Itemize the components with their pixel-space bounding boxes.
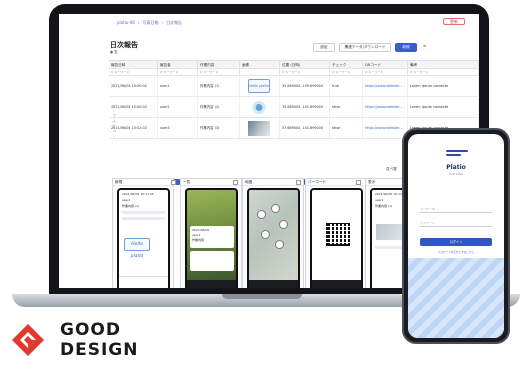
user-id-field[interactable]: ユーザーID xyxy=(420,206,492,213)
login-button[interactable]: ログイン xyxy=(420,238,492,246)
app-subtitle: Field Plate xyxy=(448,172,464,176)
card-title: 表示 xyxy=(368,180,376,184)
settings-button[interactable]: 設定 xyxy=(313,43,335,52)
menu-icon[interactable]: ≡ xyxy=(420,43,429,52)
cell-geo: 35.669000, 139.699000 xyxy=(280,76,330,96)
award-text-line2: DESIGN xyxy=(60,340,139,360)
cell-note: Lorem ipsum consecte xyxy=(408,97,479,117)
page-subtitle: ● 表 xyxy=(110,50,118,54)
password-field[interactable]: パスワード xyxy=(420,220,492,227)
good-design-logo-icon xyxy=(12,324,44,356)
filter-input[interactable]: Q キーワード xyxy=(158,69,198,75)
mobile-preview: 2021/06/05 user1 作業内容 xyxy=(185,188,238,288)
cell-user: user3 xyxy=(158,118,198,138)
column-header[interactable]: 作業内容 xyxy=(198,61,240,68)
cell-check: true xyxy=(330,76,363,96)
column-header[interactable]: 報告日時 xyxy=(109,61,158,68)
view-card-new[interactable]: 新規 2021/06/05 10:13:05 user1 作業内容 (1) He… xyxy=(112,178,180,288)
breadcrumb-item[interactable]: 写真日報 xyxy=(142,20,158,26)
cell-user: user2 xyxy=(158,97,198,117)
filter-input[interactable]: Q キーワード xyxy=(330,69,363,75)
cell-image xyxy=(240,97,280,117)
image-thumbnail[interactable] xyxy=(250,101,268,114)
filter-input[interactable]: Q キーワード xyxy=(408,69,479,75)
image-thumbnail[interactable] xyxy=(248,121,270,136)
phone-login-screen: Platio Field Plate ユーザーID パスワード ログイン パスワ… xyxy=(408,134,504,338)
column-header[interactable]: QRコード xyxy=(363,61,408,68)
column-header[interactable]: チェック xyxy=(330,61,363,68)
breadcrumb-item: 日次報告 xyxy=(166,20,183,25)
laptop-notch xyxy=(222,294,302,299)
preview-user: user1 xyxy=(122,198,131,202)
card-title: 新規 xyxy=(115,180,123,184)
sort-option[interactable]: 並べ替 xyxy=(386,167,397,172)
filter-input[interactable]: Q キーワード xyxy=(363,69,408,75)
column-header[interactable]: 報告者 xyxy=(158,61,198,68)
platio-logo-icon xyxy=(446,150,468,160)
cell-check: false xyxy=(330,118,363,138)
preview-time: 2021/06/05 xyxy=(192,228,210,232)
preview-time: 2021/06/05 10:13:05 xyxy=(122,192,154,196)
mobile-preview xyxy=(247,188,300,288)
cell-url[interactable]: https://www.website... xyxy=(363,97,408,117)
column-header[interactable]: 備考 xyxy=(408,61,479,68)
filter-row: Q キーワード Q キーワード Q キーワード Q キーワード Q キーワード … xyxy=(109,69,479,76)
card-title: バーコード xyxy=(308,180,326,184)
mobile-preview: 2021/06/05 10:13:05 user1 作業内容 (1) Hello… xyxy=(117,188,170,288)
award-text-line1: GOOD xyxy=(60,320,121,340)
cell-url[interactable]: https://www.website... xyxy=(363,118,408,138)
cell-user: user1 xyxy=(158,76,198,96)
table-row[interactable]: 2021/06/04 10:00:02 user1 作業内容 (1) Hello… xyxy=(109,76,479,97)
cell-note: Lorem ipsum consecte xyxy=(408,76,479,96)
export-button[interactable]: 関連データ/ダウンロード xyxy=(339,43,391,52)
cell-url[interactable]: https://www.website... xyxy=(363,76,408,96)
preview-task: 作業内容 (1) xyxy=(122,204,140,208)
cell-task: 作業内容 (3) xyxy=(198,118,240,138)
card-title: 地図 xyxy=(245,180,253,184)
decorative-pattern xyxy=(408,258,504,338)
preview-task: 作業内容 xyxy=(192,238,205,242)
app-name: Platio xyxy=(446,164,466,171)
column-header[interactable]: 位置 (日時) xyxy=(280,61,330,68)
cell-image xyxy=(240,118,280,138)
cell-geo: 35.669000, 141.699000 xyxy=(280,97,330,117)
view-card-list[interactable]: 一覧 2021/06/05 user1 作業内容 xyxy=(171,178,248,288)
filter-input[interactable]: Q キーワード xyxy=(198,69,240,75)
preview-user: user1 xyxy=(192,233,201,237)
table-header: 報告日時 報告者 作業内容 画像 位置 (日時) チェック QRコード 備考 xyxy=(109,61,479,69)
cell-time: 2021/06/04 10:00:02 xyxy=(109,76,158,96)
image-thumbnail[interactable]: Hello platio xyxy=(248,79,270,93)
cell-task: 作業内容 (1) xyxy=(198,76,240,96)
handwritten-image: Hello platio xyxy=(124,238,150,259)
filter-input[interactable]: Q キーワード xyxy=(280,69,330,75)
breadcrumb: platio-06 › 写真日報 › 日次報告 xyxy=(117,20,183,26)
table-row[interactable]: 2021/06/04 10:00:02 user2 作業内容 (2) 35.66… xyxy=(109,97,479,118)
table-view-label: テーブルビュー xyxy=(112,104,117,139)
view-card-barcode[interactable]: バーコード xyxy=(296,178,373,288)
cell-check: false xyxy=(330,97,363,117)
column-header[interactable]: 画像 xyxy=(240,61,280,68)
cell-image: Hello platio xyxy=(240,76,280,96)
cell-task: 作業内容 (2) xyxy=(198,97,240,117)
breadcrumb-item[interactable]: platio-06 xyxy=(117,20,135,26)
forgot-password-link[interactable]: パスワードを忘れた方はこちら xyxy=(408,250,504,254)
card-title: 一覧 xyxy=(183,180,191,184)
update-button[interactable]: 更新 xyxy=(443,18,465,25)
page-title: 日次報告 xyxy=(110,41,138,49)
view-card-map[interactable]: 地図 xyxy=(233,178,310,288)
filter-input[interactable]: Q キーワード xyxy=(109,69,158,75)
mobile-preview xyxy=(310,188,363,288)
new-record-button[interactable]: 新規 xyxy=(395,43,417,52)
product-hero: platio-06 › 写真日報 › 日次報告 更新 日次報告 ● 表 設定 関連デ… xyxy=(0,0,520,365)
cell-geo: 37.669000, 141.699000 xyxy=(280,118,330,138)
